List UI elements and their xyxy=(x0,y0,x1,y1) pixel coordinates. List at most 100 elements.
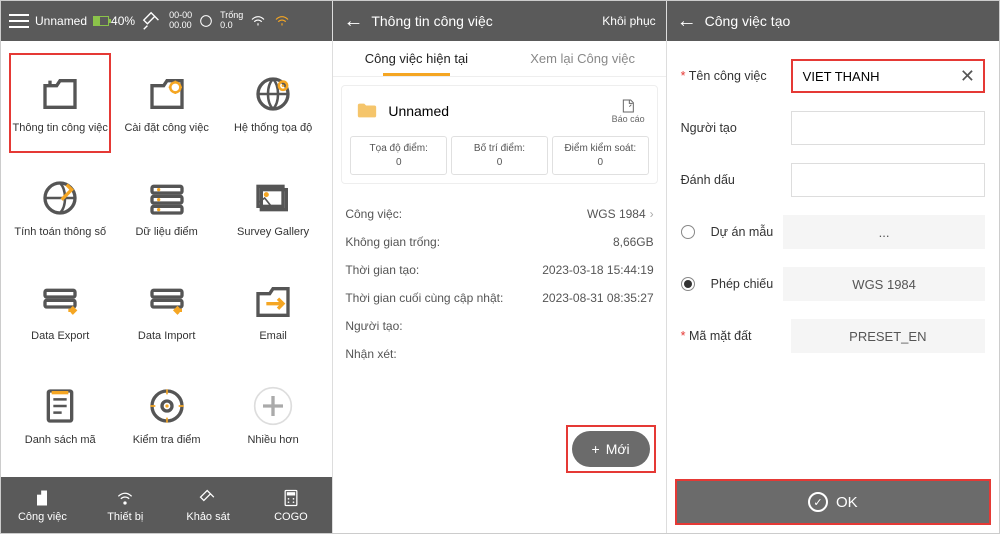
antenna-icon xyxy=(115,488,135,508)
new-button-highlight: + Mới xyxy=(566,425,656,473)
detail-row[interactable]: Công việc:WGS 1984› xyxy=(345,200,653,228)
new-button[interactable]: + Mới xyxy=(572,431,650,467)
bottom-nav: Công việcThiết bịKhảo sátCOGO xyxy=(1,477,332,533)
label-job-name: Tên công việc xyxy=(681,69,781,83)
app-label: Thông tin công việc xyxy=(13,122,108,134)
label-creator: Người tạo xyxy=(681,121,781,135)
back-icon[interactable]: ← xyxy=(677,10,697,33)
battery-icon xyxy=(93,16,109,26)
tab-current-job[interactable]: Công việc hiện tại xyxy=(333,41,499,77)
chevron-right-icon: › xyxy=(650,207,654,221)
app-more[interactable]: Nhiều hơn xyxy=(222,365,324,465)
check-point-icon xyxy=(143,384,191,428)
header-title: Công việc tạo xyxy=(705,13,791,29)
battery-status: 40% xyxy=(93,14,135,28)
header-create-job: ← Công việc tạo xyxy=(667,1,999,41)
folder-icon xyxy=(354,100,380,122)
header-title: Thông tin công việc xyxy=(371,13,492,29)
detail-row: Thời gian cuối cùng cập nhật:2023-08-31 … xyxy=(345,284,653,312)
radio-sample-project[interactable] xyxy=(681,225,695,239)
clear-icon[interactable]: ✕ xyxy=(960,66,975,87)
tab-bar: Công việc hiện tại Xem lại Công việc xyxy=(333,41,665,77)
satellite-icon xyxy=(141,10,163,32)
value-projection[interactable]: WGS 1984 xyxy=(783,267,985,301)
label-mark: Đánh dấu xyxy=(681,173,781,187)
app-point-data[interactable]: Dữ liệu điểm xyxy=(115,157,217,257)
report-icon xyxy=(620,98,636,114)
app-label: Nhiều hơn xyxy=(247,434,298,446)
app-label: Survey Gallery xyxy=(237,226,309,238)
job-name: Unnamed xyxy=(388,103,603,119)
app-gallery[interactable]: Survey Gallery xyxy=(222,157,324,257)
menu-icon[interactable] xyxy=(9,14,29,28)
app-label: Hệ thống tọa độ xyxy=(234,122,312,134)
app-export[interactable]: Data Export xyxy=(9,261,111,361)
point-data-icon xyxy=(143,176,191,220)
app-grid: Thông tin công việc Cài đặt công việc Hệ t… xyxy=(1,41,332,477)
nav-survey[interactable]: Khảo sát xyxy=(167,477,250,533)
label-ground-code: Mã mặt đất xyxy=(681,329,781,343)
nav-doc[interactable]: Công việc xyxy=(1,477,84,533)
stat-box: Điểm kiểm soát:0 xyxy=(552,136,649,175)
app-label: Data Import xyxy=(138,330,195,342)
export-icon xyxy=(36,280,84,324)
signal-icon-2 xyxy=(273,12,291,30)
input-job-name[interactable]: VIET THANH ✕ xyxy=(791,59,985,93)
header-job-info: ← Thông tin công việc Khôi phục xyxy=(333,1,665,41)
signal-icon-1 xyxy=(249,12,267,30)
job-settings-icon xyxy=(143,72,191,116)
check-icon: ✓ xyxy=(808,492,828,512)
value-ground-code[interactable]: PRESET_EN xyxy=(791,319,985,353)
import-icon xyxy=(143,280,191,324)
input-mark[interactable] xyxy=(791,163,985,197)
status-empty: Trống 0.0 xyxy=(220,11,243,31)
calc-icon xyxy=(281,488,301,508)
app-label: Email xyxy=(259,330,287,342)
app-import[interactable]: Data Import xyxy=(115,261,217,361)
email-icon xyxy=(249,280,297,324)
app-calc-param[interactable]: Tính toán thông số xyxy=(9,157,111,257)
input-creator[interactable] xyxy=(791,111,985,145)
plus-icon: + xyxy=(592,441,600,457)
tab-review-job[interactable]: Xem lại Công việc xyxy=(500,41,666,77)
nav-calc[interactable]: COGO xyxy=(249,477,332,533)
radio-projection[interactable] xyxy=(681,277,695,291)
app-label: Dữ liệu điểm xyxy=(135,226,197,238)
app-label: Data Export xyxy=(31,330,89,342)
nav-antenna[interactable]: Thiết bị xyxy=(84,477,167,533)
target-icon xyxy=(198,13,214,29)
ok-button[interactable]: ✓ OK xyxy=(677,481,989,523)
detail-row: Người tạo: xyxy=(345,312,653,340)
restore-button[interactable]: Khôi phục xyxy=(602,14,655,28)
value-sample[interactable]: ... xyxy=(783,215,985,249)
app-code-list[interactable]: Danh sách mã xyxy=(9,365,111,465)
stat-box: Bố trí điểm:0 xyxy=(451,136,548,175)
report-button[interactable]: Báo cáo xyxy=(612,98,645,124)
label-sample: Dự án mẫu xyxy=(711,225,774,239)
topbar-title: Unnamed xyxy=(35,14,87,28)
app-label: Tính toán thông số xyxy=(14,226,106,238)
more-icon xyxy=(249,384,297,428)
job-card: Unnamed Báo cáo Tọa độ điểm:0Bố trí điểm… xyxy=(341,85,657,184)
gallery-icon xyxy=(249,176,297,220)
job-details: Công việc:WGS 1984›Không gian trống:8,66… xyxy=(333,192,665,376)
stat-row: Tọa độ điểm:0Bố trí điểm:0Điểm kiểm soát… xyxy=(350,136,648,175)
app-job-info[interactable]: Thông tin công việc xyxy=(9,53,111,153)
status-sat: 00-00 00.00 xyxy=(169,11,192,31)
app-email[interactable]: Email xyxy=(222,261,324,361)
topbar: Unnamed 40% 00-00 00.00 Trống 0.0 xyxy=(1,1,332,41)
coord-system-icon xyxy=(249,72,297,116)
doc-icon xyxy=(32,488,52,508)
back-icon[interactable]: ← xyxy=(343,10,363,33)
app-job-settings[interactable]: Cài đặt công việc xyxy=(115,53,217,153)
app-check-point[interactable]: Kiểm tra điểm xyxy=(115,365,217,465)
app-coord-system[interactable]: Hệ thống tọa độ xyxy=(222,53,324,153)
detail-row: Nhận xét: xyxy=(345,340,653,368)
detail-row: Thời gian tạo:2023-03-18 15:44:19 xyxy=(345,256,653,284)
stat-box: Tọa độ điểm:0 xyxy=(350,136,447,175)
code-list-icon xyxy=(36,384,84,428)
app-label: Kiểm tra điểm xyxy=(133,434,201,446)
job-info-icon xyxy=(36,72,84,116)
calc-param-icon xyxy=(36,176,84,220)
survey-icon xyxy=(198,488,218,508)
